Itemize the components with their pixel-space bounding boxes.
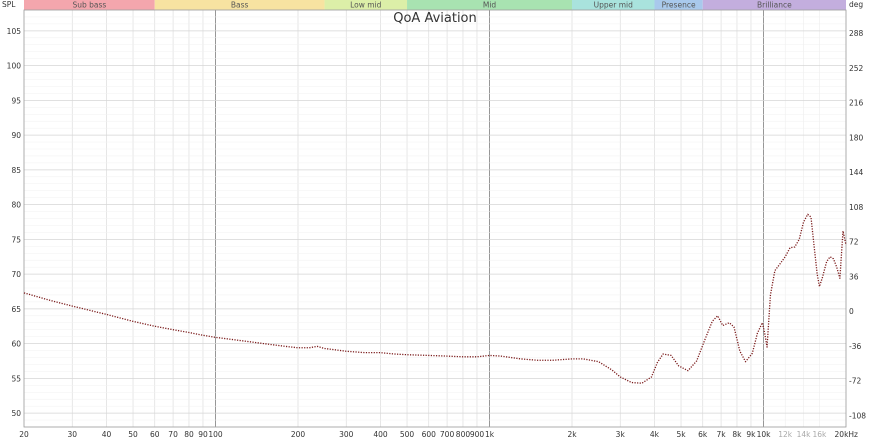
band-label-upper-mid: Upper mid [594,1,633,10]
x-tick-label: 700 [440,430,455,439]
y2-tick-label: 36 [849,272,859,281]
x-tick-label: 100 [208,430,223,439]
y-tick-label: 90 [11,131,21,140]
y2-tick-label: 180 [849,133,864,142]
y-tick-label: 65 [11,305,21,314]
x-tick-label: 300 [339,430,354,439]
x-tick-label: 8k [732,430,742,439]
grid-lines [24,9,846,428]
y2-tick-label: -72 [849,377,861,386]
y2-tick-label: 0 [849,307,854,316]
y-axis-unit-label: SPL [2,0,16,9]
y-tick-label: 70 [11,270,21,279]
x-tick-label: 9k [746,430,756,439]
y-tick-label: 80 [11,201,21,210]
band-label-sub-bass: Sub bass [72,1,106,10]
x-tick-label: 4k [650,430,660,439]
y-tick-label: 105 [7,27,22,36]
frequency-response-chart: Sub bass Bass Low mid Mid Upper mid Presence B… [0,0,877,441]
y2-tick-label: -108 [849,411,866,420]
x-tick-label: 900 [470,430,485,439]
y2-tick-label: 288 [849,29,864,38]
x-tick-label: 70 [168,430,178,439]
x-tick-label: 40 [102,430,112,439]
x-tick-label: 7k [717,430,727,439]
x-tick-label: 1k [485,430,495,439]
y2-tick-label: 108 [849,203,864,212]
y2-tick-label: 252 [849,64,864,73]
chart-title: QoA Aviation [393,11,477,26]
y2-tick-label: 144 [849,168,864,177]
band-label-mid: Mid [483,1,497,10]
x-tick-label: 800 [456,430,471,439]
y2-axis-unit-label: deg [849,0,863,9]
x-minor-tick-label: 14k [797,430,812,439]
y-tick-label: 95 [11,96,21,105]
y-tick-label: 60 [11,340,21,349]
x-tick-label: 60 [150,430,160,439]
x-tick-label: 3k [616,430,626,439]
y-tick-label: 75 [11,235,21,244]
x-tick-label: 80 [184,430,194,439]
x-tick-label: 6k [698,430,708,439]
band-label-brilliance: Brilliance [757,1,792,10]
x-minor-tick-label: 16k [813,430,828,439]
y-tick-label: 85 [11,166,21,175]
x-tick-label: 600 [422,430,437,439]
x-minor-tick-label: 12k [778,430,793,439]
y2-tick-label: 216 [849,99,864,108]
x-tick-label: 90 [198,430,208,439]
x-tick-label: 200 [291,430,306,439]
band-label-low-mid: Low mid [350,1,382,10]
band-label-presence: Presence [662,1,696,10]
y-tick-label: 100 [7,62,22,71]
x-tick-label: 30 [67,430,77,439]
x-tick-label: 500 [400,430,415,439]
x-tick-label: 50 [128,430,138,439]
y2-tick-label: 72 [849,238,859,247]
x-tick-label: 20 [19,430,29,439]
x-tick-label: 400 [373,430,388,439]
x-tick-label: 2k [567,430,577,439]
x-tick-label: 5k [676,430,686,439]
y-tick-label: 55 [11,374,21,383]
band-label-bass: Bass [231,1,249,10]
y2-tick-label: -36 [849,342,861,351]
x-tick-label: 20kHz [835,430,859,439]
x-tick-label: 10k [757,430,772,439]
chart-background [0,0,877,441]
y-tick-label: 50 [11,409,21,418]
frequency-bands: Sub bass Bass Low mid Mid Upper mid Presence B… [24,0,846,10]
